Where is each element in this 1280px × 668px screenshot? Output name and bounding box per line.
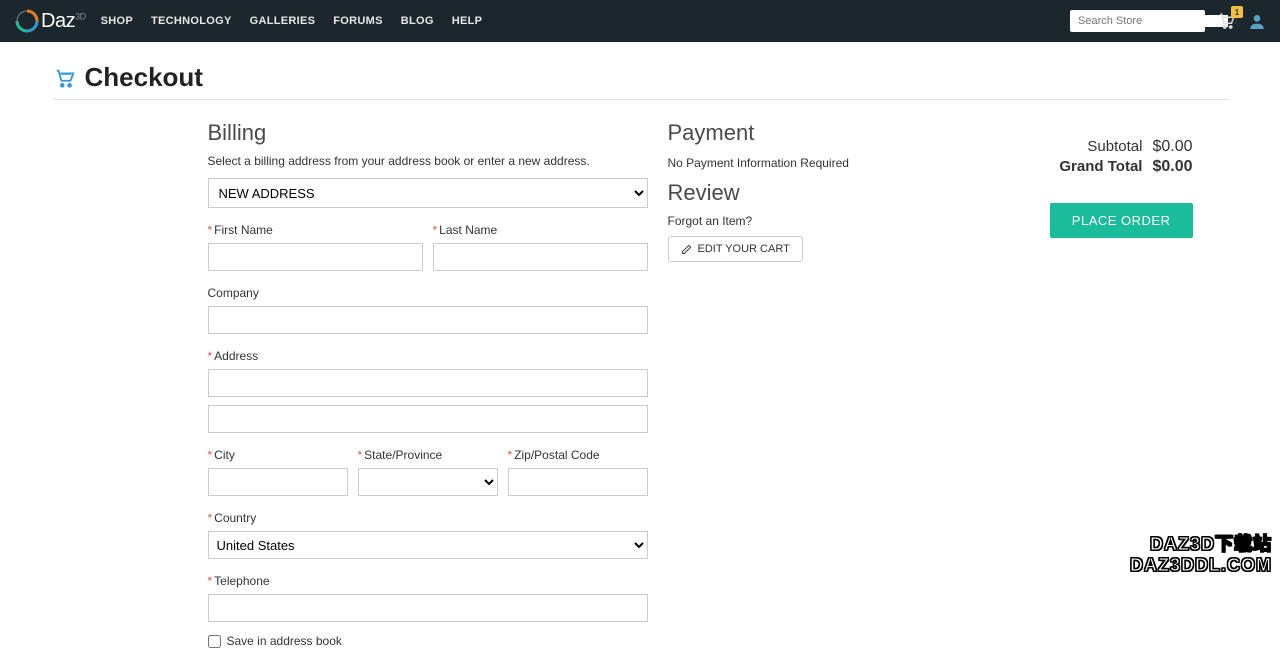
search-box — [1070, 10, 1205, 32]
nav-help[interactable]: HELP — [452, 15, 483, 27]
country-label: *Country — [208, 511, 648, 525]
nav-forums[interactable]: FORUMS — [333, 15, 382, 27]
main-header: Daz3D SHOP TECHNOLOGY GALLERIES FORUMS B… — [0, 0, 1280, 42]
grand-total-value: $0.00 — [1152, 158, 1192, 176]
billing-section: Billing Select a billing address from yo… — [208, 120, 648, 648]
company-label: Company — [208, 286, 648, 300]
last-name-label: *Last Name — [433, 223, 648, 237]
page-content: Checkout Billing Select a billing addres… — [18, 42, 1263, 668]
daz-logo-icon — [15, 9, 39, 33]
user-icon — [1249, 12, 1265, 30]
address-label: *Address — [208, 349, 648, 363]
telephone-label: *Telephone — [208, 574, 648, 588]
edit-icon — [681, 244, 692, 255]
telephone-input[interactable] — [208, 594, 648, 622]
cart-button[interactable]: 1 — [1217, 12, 1237, 30]
first-name-label: *First Name — [208, 223, 423, 237]
nav-blog[interactable]: BLOG — [401, 15, 434, 27]
edit-cart-button[interactable]: EDIT YOUR CART — [668, 236, 803, 262]
country-select[interactable]: United States — [208, 531, 648, 559]
save-address-label: Save in address book — [227, 634, 342, 648]
state-label: *State/Province — [358, 448, 498, 462]
totals: Subtotal $0.00 Grand Total $0.00 PLACE O… — [1050, 138, 1193, 238]
search-input[interactable] — [1070, 15, 1228, 27]
watermark: DAZ3D下载站 DAZ3DDL.COM — [1130, 534, 1272, 577]
place-order-button[interactable]: PLACE ORDER — [1050, 203, 1193, 238]
content-area: Billing Select a billing address from yo… — [53, 120, 1228, 648]
header-right: 1 — [1070, 10, 1265, 32]
billing-subtext: Select a billing address from your addre… — [208, 154, 648, 168]
watermark-line1: DAZ3D下载站 — [1130, 534, 1272, 556]
checkout-cart-icon — [53, 67, 77, 89]
nav-galleries[interactable]: GALLERIES — [250, 15, 316, 27]
zip-input[interactable] — [508, 468, 648, 496]
watermark-line2: DAZ3DDL.COM — [1130, 555, 1272, 577]
address-select[interactable]: NEW ADDRESS — [208, 178, 648, 208]
billing-heading: Billing — [208, 120, 648, 146]
address-input-2[interactable] — [208, 405, 648, 433]
zip-label: *Zip/Postal Code — [508, 448, 648, 462]
page-title-row: Checkout — [53, 62, 1228, 100]
city-label: *City — [208, 448, 348, 462]
page-title: Checkout — [85, 62, 203, 93]
state-select[interactable] — [358, 468, 498, 496]
company-input[interactable] — [208, 306, 648, 334]
logo[interactable]: Daz3D — [15, 9, 86, 33]
subtotal-label: Subtotal — [1087, 138, 1142, 155]
first-name-input[interactable] — [208, 243, 423, 271]
main-nav: SHOP TECHNOLOGY GALLERIES FORUMS BLOG HE… — [101, 15, 483, 27]
nav-shop[interactable]: SHOP — [101, 15, 133, 27]
last-name-input[interactable] — [433, 243, 648, 271]
city-input[interactable] — [208, 468, 348, 496]
nav-technology[interactable]: TECHNOLOGY — [151, 15, 232, 27]
cart-badge: 1 — [1231, 6, 1243, 18]
save-address-checkbox[interactable] — [208, 635, 221, 648]
subtotal-value: $0.00 — [1152, 138, 1192, 156]
grand-total-label: Grand Total — [1059, 158, 1142, 175]
logo-text: Daz3D — [41, 10, 86, 33]
address-input-1[interactable] — [208, 369, 648, 397]
user-menu[interactable] — [1249, 12, 1265, 30]
